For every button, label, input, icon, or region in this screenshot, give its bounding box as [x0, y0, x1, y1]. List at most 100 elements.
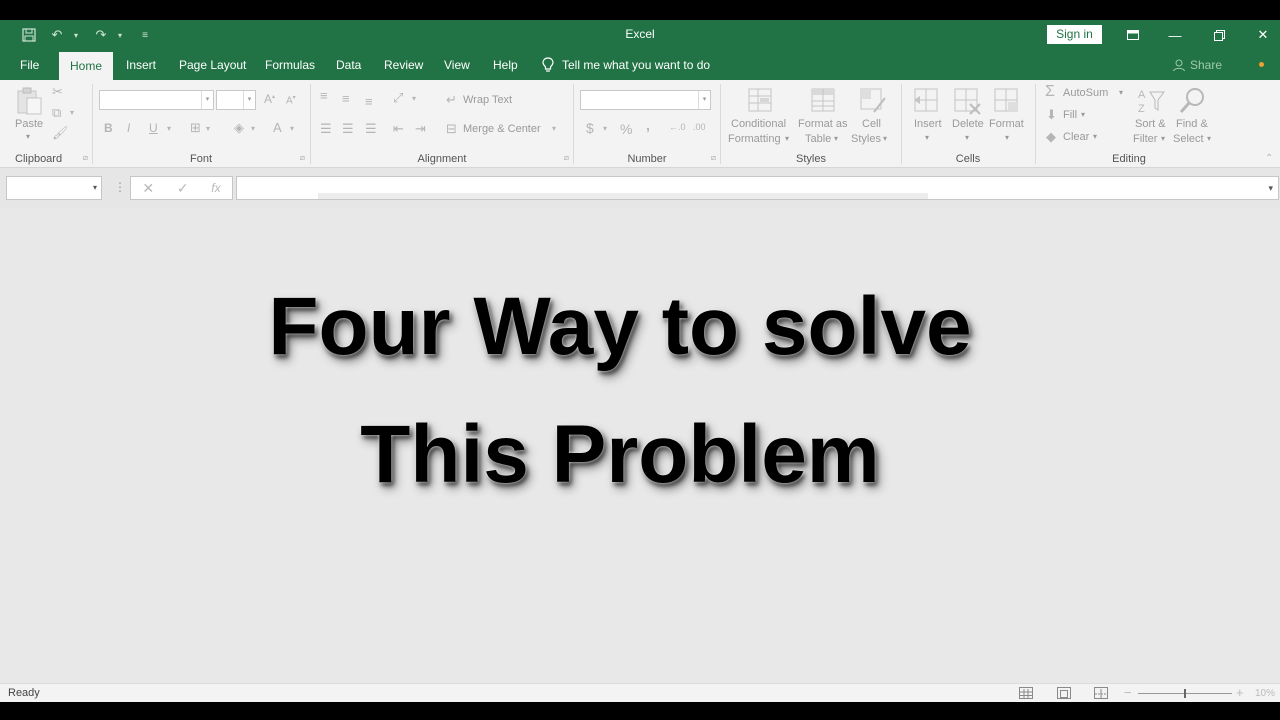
format-table-dropdown-icon[interactable]: ▾	[834, 134, 838, 143]
sort-filter-icon[interactable]: AZ	[1136, 86, 1166, 116]
sign-in-button[interactable]: Sign in	[1047, 25, 1102, 44]
currency-dropdown-icon[interactable]: ▾	[603, 125, 607, 133]
increase-font-size-icon[interactable]: A▴	[264, 93, 275, 105]
sort-filter-label-2[interactable]: Filter	[1133, 133, 1157, 145]
autosum-dropdown-icon[interactable]: ▾	[1119, 88, 1123, 97]
expand-formula-bar-icon[interactable]: ▾	[1268, 183, 1273, 194]
fill-icon[interactable]: ⬇	[1046, 108, 1057, 121]
currency-button[interactable]: $	[586, 121, 594, 135]
tab-data[interactable]: Data	[336, 50, 361, 80]
clear-dropdown-icon[interactable]: ▾	[1093, 132, 1097, 141]
zoom-level[interactable]: 10%	[1255, 688, 1275, 699]
format-cells-button[interactable]: Format	[989, 118, 1024, 130]
borders-dropdown-icon[interactable]: ▾	[206, 125, 210, 133]
tab-file[interactable]: File	[20, 50, 39, 80]
decrease-decimal-icon[interactable]: .00	[693, 123, 706, 132]
format-dropdown-icon[interactable]: ▾	[1005, 133, 1009, 142]
find-select-label-2[interactable]: Select	[1173, 133, 1204, 145]
tab-formulas[interactable]: Formulas	[265, 50, 315, 80]
zoom-slider-thumb[interactable]	[1184, 689, 1186, 698]
insert-cells-icon[interactable]	[912, 86, 942, 116]
page-layout-view-icon[interactable]	[1057, 687, 1071, 699]
copy-icon[interactable]: ⧉	[52, 106, 61, 119]
align-center-icon[interactable]: ☰	[342, 122, 354, 135]
increase-indent-icon[interactable]: ⇥	[415, 122, 426, 135]
decrease-font-size-icon[interactable]: A▾	[286, 95, 296, 106]
cell-styles-icon[interactable]	[858, 86, 888, 116]
delete-cells-icon[interactable]	[952, 86, 982, 116]
font-color-button[interactable]: A	[273, 121, 282, 134]
number-format-combo[interactable]: ▾	[580, 90, 711, 110]
format-as-table-icon[interactable]	[809, 86, 839, 116]
sort-filter-dropdown-icon[interactable]: ▾	[1161, 134, 1165, 143]
format-cells-icon[interactable]	[992, 86, 1022, 116]
cut-icon[interactable]: ✂	[52, 85, 63, 98]
number-launcher-icon[interactable]: ⧄	[711, 153, 716, 163]
zoom-out-icon[interactable]: −	[1124, 685, 1132, 700]
tell-me-search[interactable]: Tell me what you want to do	[542, 50, 710, 80]
percent-button[interactable]: %	[620, 122, 632, 136]
autosum-icon[interactable]: Σ	[1045, 84, 1055, 100]
sort-filter-label[interactable]: Sort &	[1135, 118, 1166, 130]
ribbon-display-options-icon[interactable]	[1110, 20, 1156, 50]
fill-color-dropdown-icon[interactable]: ▾	[251, 125, 255, 133]
conditional-formatting-icon[interactable]	[746, 86, 776, 116]
bottom-align-icon[interactable]: ≡	[365, 95, 373, 108]
clear-button[interactable]: Clear	[1063, 131, 1089, 143]
find-select-icon[interactable]	[1178, 86, 1208, 116]
enter-icon[interactable]: ✓	[177, 180, 189, 197]
tab-help[interactable]: Help	[493, 50, 518, 80]
insert-dropdown-icon[interactable]: ▾	[925, 133, 929, 142]
conditional-dropdown-icon[interactable]: ▾	[785, 134, 789, 143]
insert-cells-button[interactable]: Insert	[914, 118, 942, 130]
fill-dropdown-icon[interactable]: ▾	[1081, 110, 1085, 119]
find-select-label[interactable]: Find &	[1176, 118, 1208, 130]
fill-color-icon[interactable]: ◈	[234, 121, 244, 134]
cell-styles-label-2[interactable]: Styles	[851, 133, 881, 145]
insert-function-icon[interactable]: fx	[211, 181, 220, 195]
merge-dropdown-icon[interactable]: ▾	[552, 125, 556, 133]
merge-center-icon[interactable]: ⊟	[446, 122, 457, 135]
format-painter-icon[interactable]: 🖌	[52, 126, 69, 139]
formula-bar-grip-icon[interactable]: ⋮	[114, 180, 126, 194]
borders-icon[interactable]: ⊞	[190, 121, 201, 134]
merge-center-button[interactable]: Merge & Center	[463, 123, 541, 135]
orientation-dropdown-icon[interactable]: ▾	[412, 95, 416, 103]
conditional-formatting-label-2[interactable]: Formatting	[728, 133, 781, 145]
autosum-button[interactable]: AutoSum	[1063, 87, 1108, 99]
paste-icon[interactable]	[14, 86, 44, 116]
delete-cells-button[interactable]: Delete	[952, 118, 984, 130]
underline-button[interactable]: U	[149, 122, 158, 134]
align-right-icon[interactable]: ☰	[365, 122, 377, 135]
decrease-indent-icon[interactable]: ⇤	[393, 122, 404, 135]
italic-button[interactable]: I	[127, 122, 130, 134]
format-as-table-label[interactable]: Format as	[798, 118, 848, 130]
normal-view-icon[interactable]	[1019, 687, 1033, 699]
tab-insert[interactable]: Insert	[126, 50, 156, 80]
page-break-preview-icon[interactable]	[1094, 687, 1108, 699]
copy-dropdown-icon[interactable]: ▾	[70, 109, 74, 117]
name-box[interactable]: ▾	[6, 176, 102, 200]
restore-icon[interactable]	[1196, 20, 1242, 50]
paste-button[interactable]: Paste	[15, 118, 43, 130]
cell-styles-label[interactable]: Cell	[862, 118, 881, 130]
format-as-table-label-2[interactable]: Table	[805, 133, 831, 145]
cancel-icon[interactable]: ✕	[142, 180, 154, 197]
wrap-text-button[interactable]: Wrap Text	[463, 94, 512, 106]
underline-dropdown-icon[interactable]: ▾	[167, 125, 171, 133]
paste-dropdown-icon[interactable]: ▾	[26, 132, 30, 141]
find-select-dropdown-icon[interactable]: ▾	[1207, 134, 1211, 143]
comma-button[interactable]: ,	[646, 118, 650, 132]
share-button[interactable]: Share	[1172, 50, 1222, 80]
zoom-in-icon[interactable]: +	[1236, 685, 1244, 700]
cell-styles-dropdown-icon[interactable]: ▾	[883, 134, 887, 143]
top-align-icon[interactable]: ≡	[320, 89, 328, 102]
font-color-dropdown-icon[interactable]: ▾	[290, 125, 294, 133]
tab-review[interactable]: Review	[384, 50, 423, 80]
minimize-icon[interactable]: —	[1152, 20, 1198, 50]
collapse-ribbon-icon[interactable]: ⌃	[1265, 154, 1273, 164]
clear-icon[interactable]: ◆	[1046, 130, 1056, 143]
middle-align-icon[interactable]: ≡	[342, 92, 350, 105]
close-icon[interactable]: ✕	[1240, 20, 1280, 50]
fill-button[interactable]: Fill	[1063, 109, 1077, 121]
